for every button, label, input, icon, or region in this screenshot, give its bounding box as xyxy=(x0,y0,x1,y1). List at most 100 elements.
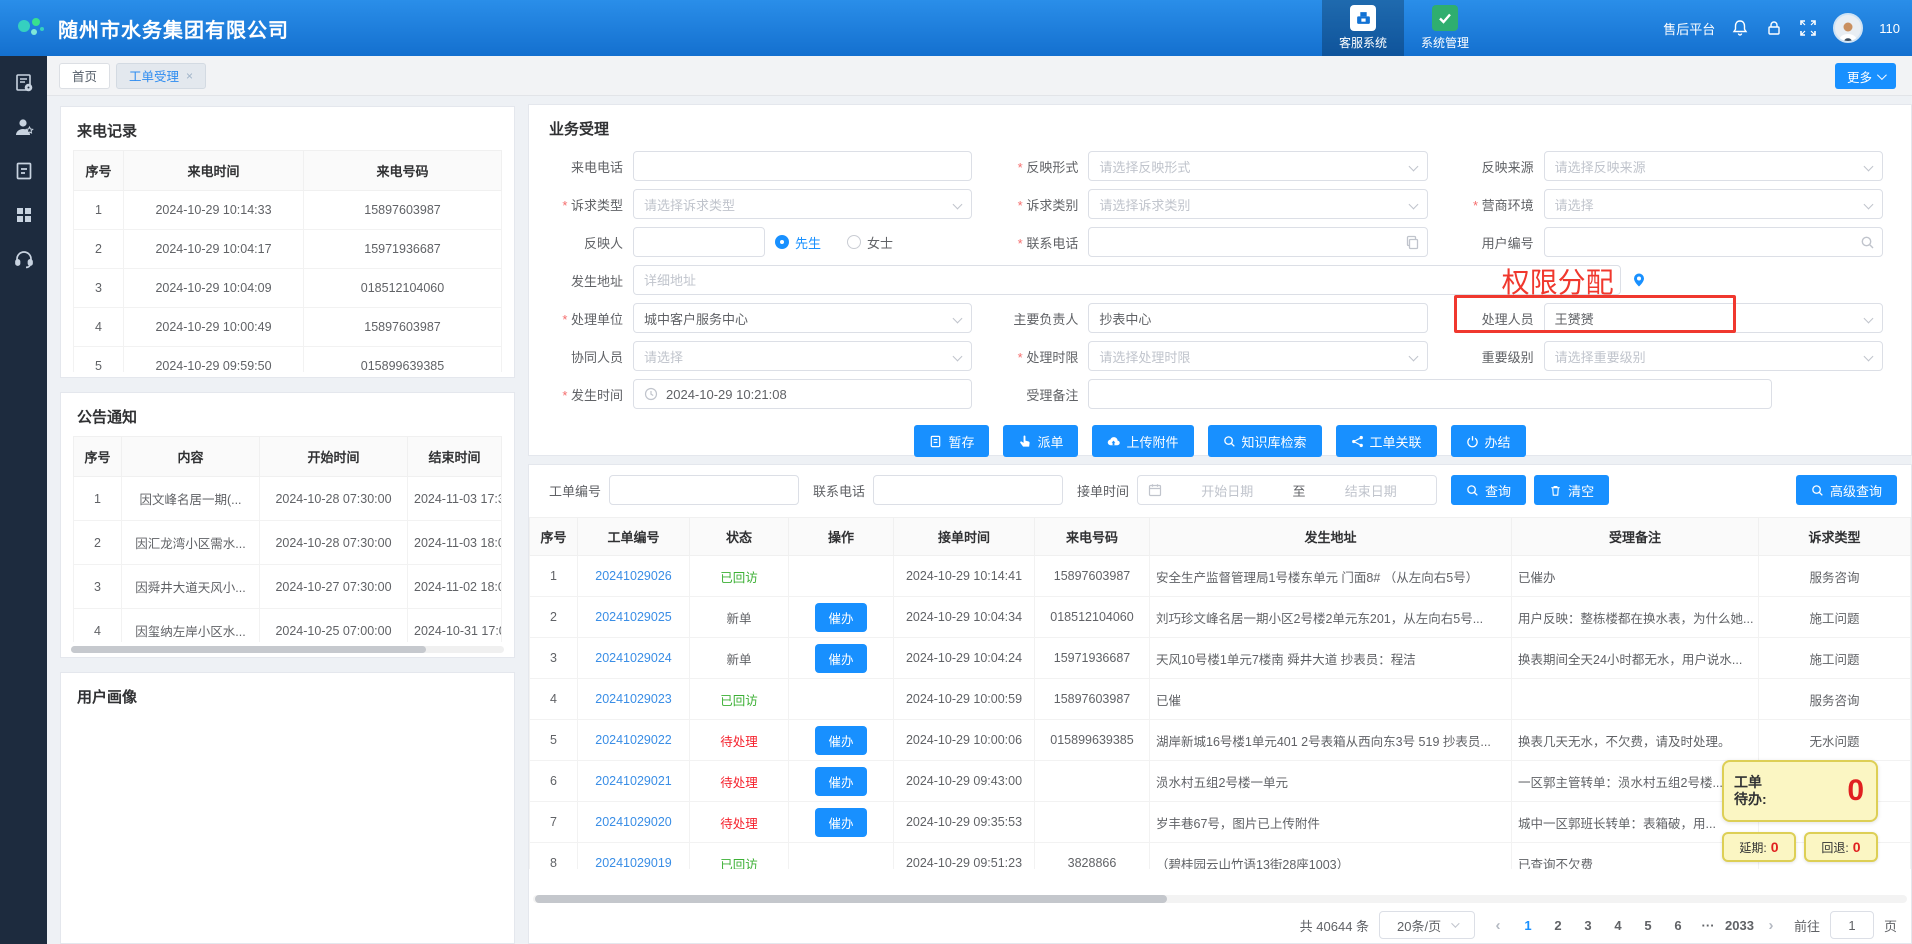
table-row[interactable]: 720241029020待处理催办2024-10-29 09:35:53岁丰巷6… xyxy=(530,802,1911,843)
urge-button[interactable]: 催办 xyxy=(815,644,866,673)
reflect-source-select[interactable]: 请选择反映来源 xyxy=(1544,151,1883,181)
order-number-link[interactable]: 20241029021 xyxy=(595,774,671,788)
module-customer-service[interactable]: 客服系统 xyxy=(1322,0,1404,56)
page-number[interactable]: 2 xyxy=(1545,912,1571,938)
check-icon xyxy=(1432,5,1458,31)
appeal-type-select[interactable]: 请选择诉求类型 xyxy=(633,189,972,219)
horizontal-scrollbar[interactable] xyxy=(71,646,504,653)
trash-icon xyxy=(1549,484,1562,497)
close-icon[interactable]: × xyxy=(186,69,193,83)
column-header: 序号 xyxy=(74,151,124,191)
tab-work-order[interactable]: 工单受理 × xyxy=(116,63,206,89)
form-settings-icon[interactable] xyxy=(13,72,35,94)
horizontal-scrollbar[interactable] xyxy=(533,895,1907,903)
page-number[interactable]: 5 xyxy=(1635,912,1661,938)
table-row[interactable]: 620241029021待处理催办2024-10-29 09:43:00涢水村五… xyxy=(530,761,1911,802)
page-number[interactable]: 2033 xyxy=(1725,912,1754,938)
date-range-picker[interactable]: 开始日期 至 结束日期 xyxy=(1137,475,1437,505)
clock-icon xyxy=(644,387,658,401)
table-row[interactable]: 220241029025新单催办2024-10-29 10:04:3401851… xyxy=(530,597,1911,638)
table-row[interactable]: 3因舜井大道天风小...2024-10-27 07:30:002024-11-0… xyxy=(74,565,502,609)
address-input[interactable] xyxy=(633,265,1621,295)
document-icon[interactable] xyxy=(13,160,35,182)
lock-icon[interactable] xyxy=(1765,19,1783,37)
table-row[interactable]: 120241029026已回访2024-10-29 10:14:41158976… xyxy=(530,556,1911,597)
handle-unit-select[interactable]: 城中客户服务中心 xyxy=(633,303,972,333)
order-link-button[interactable]: 工单关联 xyxy=(1336,425,1437,457)
order-number-link[interactable]: 20241029024 xyxy=(595,651,671,665)
table-row[interactable]: 520241029022待处理催办2024-10-29 10:00:060158… xyxy=(530,720,1911,761)
goto-page-input[interactable] xyxy=(1830,911,1874,939)
order-number-link[interactable]: 20241029022 xyxy=(595,733,671,747)
importance-select[interactable]: 请选择重要级别 xyxy=(1544,341,1883,371)
module-system-admin[interactable]: 系统管理 xyxy=(1404,0,1486,56)
radio-male[interactable]: 先生 xyxy=(775,233,821,252)
complete-button[interactable]: 办结 xyxy=(1451,425,1526,457)
upload-attachment-button[interactable]: 上传附件 xyxy=(1092,425,1193,457)
user-avatar[interactable] xyxy=(1833,13,1863,43)
more-button[interactable]: 更多 xyxy=(1835,63,1896,89)
clear-button[interactable]: 清空 xyxy=(1534,475,1609,505)
page-ellipsis[interactable]: ··· xyxy=(1695,912,1721,938)
order-number-link[interactable]: 20241029019 xyxy=(595,856,671,869)
next-page-button[interactable]: › xyxy=(1758,912,1784,938)
knowledge-search-button[interactable]: 知识库检索 xyxy=(1208,425,1322,457)
search-icon[interactable] xyxy=(1860,235,1875,250)
fullscreen-icon[interactable] xyxy=(1799,19,1817,37)
page-number[interactable]: 6 xyxy=(1665,912,1691,938)
location-pin-icon[interactable] xyxy=(1631,272,1647,288)
after-sales-platform-link[interactable]: 售后平台 xyxy=(1663,19,1715,38)
table-row[interactable]: 22024-10-29 10:04:1715971936687 xyxy=(74,230,502,269)
table-row[interactable]: 2因汇龙湾小区需水...2024-10-28 07:30:002024-11-0… xyxy=(74,521,502,565)
user-no-input[interactable] xyxy=(1544,227,1883,257)
table-row[interactable]: 820241029019已回访2024-10-29 09:51:23382886… xyxy=(530,843,1911,870)
bell-icon[interactable] xyxy=(1731,19,1749,37)
table-row[interactable]: 12024-10-29 10:14:3315897603987 xyxy=(74,191,502,230)
main-responsible-input[interactable] xyxy=(1088,303,1427,333)
page-size-select[interactable]: 20条/页 xyxy=(1379,911,1475,939)
urge-button[interactable]: 催办 xyxy=(815,603,866,632)
contact-phone-input[interactable] xyxy=(1088,227,1427,257)
order-number-link[interactable]: 20241029023 xyxy=(595,692,671,706)
urge-button[interactable]: 催办 xyxy=(815,808,866,837)
advanced-query-button[interactable]: 高级查询 xyxy=(1796,475,1897,505)
reporter-input[interactable] xyxy=(633,227,765,257)
save-draft-button[interactable]: 暂存 xyxy=(914,425,989,457)
grid-icon[interactable] xyxy=(13,204,35,226)
table-row[interactable]: 52024-10-29 09:59:50015899639385 xyxy=(74,347,502,373)
table-row[interactable]: 4因玺纳左岸小区水...2024-10-25 07:00:002024-10-3… xyxy=(74,609,502,643)
urge-button[interactable]: 催办 xyxy=(815,726,866,755)
call-phone-input[interactable] xyxy=(633,151,972,181)
table-row[interactable]: 32024-10-29 10:04:09018512104060 xyxy=(74,269,502,308)
headset-icon[interactable] xyxy=(13,248,35,270)
remark-input[interactable] xyxy=(1088,379,1771,409)
query-button[interactable]: 查询 xyxy=(1451,475,1526,505)
business-env-select[interactable]: 请选择 xyxy=(1544,189,1883,219)
page-number[interactable]: 1 xyxy=(1515,912,1541,938)
page-number[interactable]: 3 xyxy=(1575,912,1601,938)
order-no-search-input[interactable] xyxy=(609,475,799,505)
dispatch-button[interactable]: 派单 xyxy=(1003,425,1078,457)
copy-icon[interactable] xyxy=(1405,235,1420,250)
occur-time-picker[interactable]: 2024-10-29 10:21:08 xyxy=(633,379,972,409)
order-number-link[interactable]: 20241029025 xyxy=(595,610,671,624)
order-number-link[interactable]: 20241029020 xyxy=(595,815,671,829)
page-number[interactable]: 4 xyxy=(1605,912,1631,938)
table-row[interactable]: 1因文峰名居一期(...2024-10-28 07:30:002024-11-0… xyxy=(74,477,502,521)
table-row[interactable]: 420241029023已回访2024-10-29 10:00:59158976… xyxy=(530,679,1911,720)
handler-select[interactable]: 王赟赟 xyxy=(1544,303,1883,333)
todo-float-box: 工单 待办: 0 延期: 0 回退: 0 xyxy=(1722,760,1878,862)
collaborator-select[interactable]: 请选择 xyxy=(633,341,972,371)
urge-button[interactable]: 催办 xyxy=(815,767,866,796)
reflect-form-select[interactable]: 请选择反映形式 xyxy=(1088,151,1427,181)
phone-search-input[interactable] xyxy=(873,475,1063,505)
user-star-icon[interactable] xyxy=(13,116,35,138)
tab-home[interactable]: 首页 xyxy=(59,63,110,89)
prev-page-button[interactable]: ‹ xyxy=(1485,912,1511,938)
appeal-category-select[interactable]: 请选择诉求类别 xyxy=(1088,189,1427,219)
radio-female[interactable]: 女士 xyxy=(847,233,893,252)
order-number-link[interactable]: 20241029026 xyxy=(595,569,671,583)
handle-limit-select[interactable]: 请选择处理时限 xyxy=(1088,341,1427,371)
table-row[interactable]: 42024-10-29 10:00:4915897603987 xyxy=(74,308,502,347)
table-row[interactable]: 320241029024新单催办2024-10-29 10:04:2415971… xyxy=(530,638,1911,679)
